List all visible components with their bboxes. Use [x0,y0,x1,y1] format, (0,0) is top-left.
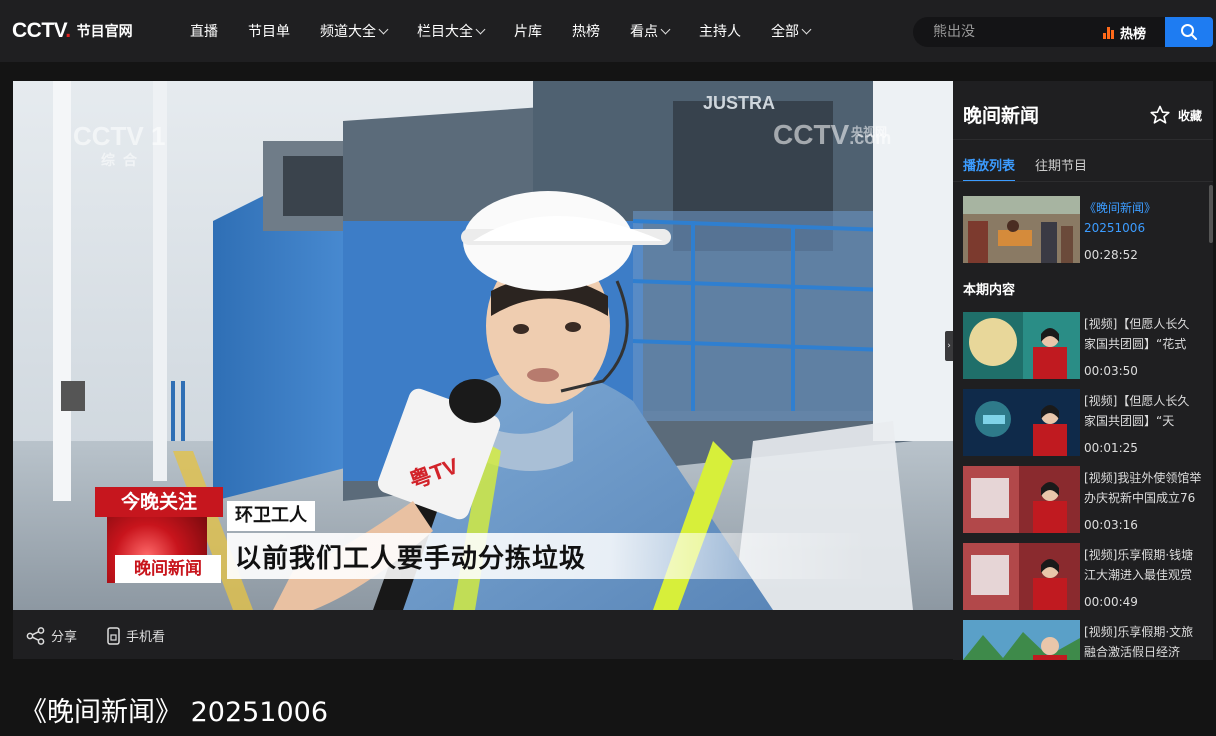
playlist-item[interactable]: [视频]乐享假期·文旅融合激活假日经济 [963,620,1205,660]
clip-thumbnail [963,312,1080,379]
search-box: 热榜 [913,17,1165,47]
clip-thumbnail [963,543,1080,610]
playlist-item[interactable]: [视频]乐享假期·钱塘江大潮进入最佳观赏 00:00:49 [963,543,1205,611]
playlist-item[interactable]: [视频]【但愿人长久 家国共团圆】“花式 00:03:50 [963,312,1205,380]
episode-thumbnail [963,196,1080,263]
chevron-down-icon [475,24,486,34]
playlist-sidebar: 晚间新闻 收藏 播放列表 往期节目 《晚间新闻》20251006 00:28:5… [953,81,1213,660]
nav-item-all[interactable]: 全部 [771,21,812,41]
current-episode-item[interactable]: 《晚间新闻》20251006 00:28:52 [963,196,1205,264]
search-icon [1181,24,1197,40]
share-button[interactable]: 分享 [26,626,77,645]
main-nav: 直播 节目单 频道大全 栏目大全 片库 热榜 看点 主持人 全部 [174,0,824,62]
nav-label: 节目单 [248,24,290,40]
tonight-focus-badge: 今晚关注 晚间新闻 [95,487,223,583]
nav-label: 热榜 [572,24,600,40]
clip-thumbnail [963,466,1080,533]
page-title: 《晚间新闻》 20251006 [20,697,329,728]
nav-item-highlights[interactable]: 看点 [630,21,671,41]
playlist-item[interactable]: [视频]我驻外使领馆举办庆祝新中国成立76 00:03:16 [963,466,1205,534]
cctv-com-watermark: CCTV 央视网 .com [773,119,892,150]
program-title: 晚间新闻 [963,105,1040,127]
svg-text:JUSTRA: JUSTRA [703,93,775,113]
tab-past-episodes[interactable]: 往期节目 [1035,155,1087,182]
hot-label: 热榜 [1120,27,1147,42]
playlist-item[interactable]: [视频]【但愿人长久 家国共团圆】“天 00:01:25 [963,389,1205,457]
subtitle-text: 以前我们工人要手动分拣垃圾 [235,544,587,574]
tab-playlist[interactable]: 播放列表 [963,155,1016,182]
clip-title: [视频]【但愿人长久 家国共团圆】“花式 [1084,317,1190,351]
favorite-button[interactable]: 收藏 [1150,105,1202,125]
hot-list-link[interactable]: 热榜 [1103,23,1146,42]
nav-item-library[interactable]: 片库 [514,21,542,41]
nav-label: 直播 [190,24,218,40]
top-navigation-bar: CCTV. 节目官网 直播 节目单 频道大全 栏目大全 片库 热榜 看点 主持人… [0,0,1216,62]
favorite-label: 收藏 [1178,108,1203,123]
chevron-right-icon: › [947,341,951,351]
clip-thumbnail [963,620,1080,660]
chevron-down-icon [378,24,389,34]
nav-item-schedule[interactable]: 节目单 [248,21,290,41]
mobile-label: 手机看 [126,630,166,645]
clip-duration: 00:01:25 [1084,441,1138,455]
episode-title: 《晚间新闻》20251006 [1084,201,1157,235]
tonight-focus-label: 今晚关注 [95,487,223,517]
clip-thumbnail [963,389,1080,456]
share-label: 分享 [51,630,78,645]
clip-duration: 00:03:16 [1084,518,1138,532]
hot-chart-icon [1103,26,1115,39]
chevron-down-icon [660,24,671,34]
nav-label: 频道大全 [320,24,376,40]
search-input[interactable] [933,23,1093,41]
video-player[interactable]: JUSTRA 粤TV CCTV 1 综合 CCTV 央视网 .com 今晚关注 … [13,81,953,610]
nav-label: 栏目大全 [417,24,473,40]
sidebar-tabs: 播放列表 往期节目 [963,155,1107,182]
clip-title: [视频]乐享假期·钱塘江大潮进入最佳观赏 [1084,548,1194,582]
watch-on-mobile-button[interactable]: 手机看 [106,626,165,645]
nav-item-hot[interactable]: 热榜 [572,21,600,41]
player-action-bar: 分享 手机看 [13,610,953,659]
collapse-sidebar-button[interactable]: › [945,331,953,361]
program-name-label: 晚间新闻 [115,555,221,583]
nav-label: 主持人 [699,24,741,40]
section-label: 本期内容 [963,283,1016,298]
logo-text: CCTV. [12,19,71,42]
clip-title: [视频]【但愿人长久 家国共团圆】“天 [1084,394,1190,428]
star-icon [1150,105,1170,124]
mobile-phone-icon [107,626,120,645]
cctv-logo[interactable]: CCTV. 节目官网 [12,18,133,44]
chevron-down-icon [801,24,812,34]
nav-item-channels[interactable]: 频道大全 [320,21,389,41]
clip-title: [视频]我驻外使领馆举办庆祝新中国成立76 [1084,471,1202,505]
search-button[interactable] [1165,17,1213,47]
divider [953,181,1213,182]
episode-duration: 00:28:52 [1084,248,1138,262]
nav-label: 看点 [630,24,658,40]
nav-label: 片库 [514,24,542,40]
clip-title: [视频]乐享假期·文旅融合激活假日经济 [1084,625,1194,659]
divider [953,139,1213,140]
nav-item-live[interactable]: 直播 [190,21,218,41]
clip-duration: 00:00:49 [1084,595,1138,609]
nav-item-hosts[interactable]: 主持人 [699,21,741,41]
speaker-role-caption: 环卫工人 [227,501,315,531]
nav-item-columns[interactable]: 栏目大全 [417,21,486,41]
nav-label: 全部 [771,24,799,40]
share-icon [26,626,45,645]
clip-duration: 00:03:50 [1084,364,1138,378]
scrollbar-thumb[interactable] [1209,185,1213,243]
logo-subtitle: 节目官网 [76,24,133,40]
cctv1-watermark: CCTV 1 综合 [73,121,166,168]
